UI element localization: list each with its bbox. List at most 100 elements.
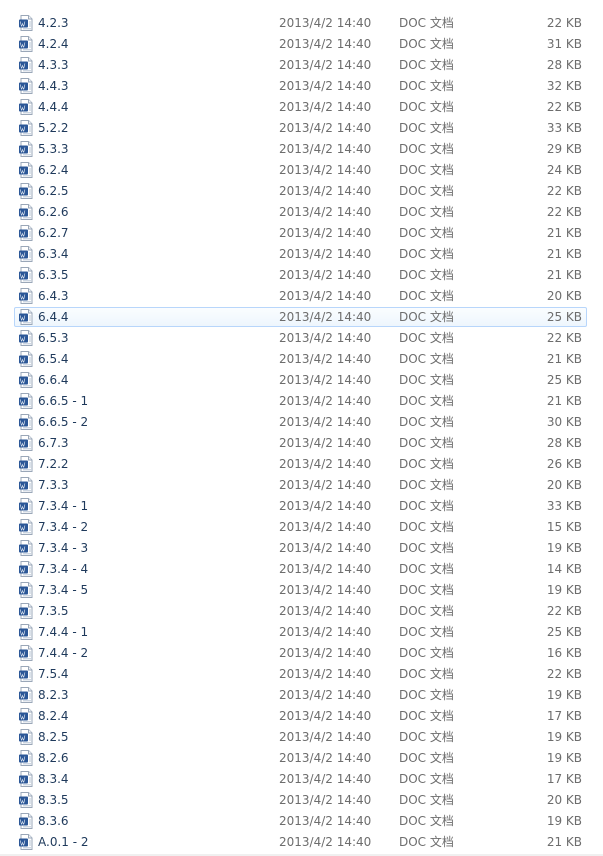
file-size: 32 KB <box>546 79 582 93</box>
file-row[interactable]: 8.2.5 2013/4/2 14:40 DOC 文档 19 KB <box>14 727 587 747</box>
file-row[interactable]: 7.3.4 - 2 2013/4/2 14:40 DOC 文档 15 KB <box>14 517 587 537</box>
file-row[interactable]: 7.3.4 - 4 2013/4/2 14:40 DOC 文档 14 KB <box>14 559 587 579</box>
file-row[interactable]: 6.4.4 2013/4/2 14:40 DOC 文档 25 KB <box>14 307 587 327</box>
file-row[interactable]: 7.4.4 - 1 2013/4/2 14:40 DOC 文档 25 KB <box>14 622 587 642</box>
file-row[interactable]: 7.3.3 2013/4/2 14:40 DOC 文档 20 KB <box>14 475 587 495</box>
file-row[interactable]: 7.4.4 - 2 2013/4/2 14:40 DOC 文档 16 KB <box>14 643 587 663</box>
file-row[interactable]: 6.2.6 2013/4/2 14:40 DOC 文档 22 KB <box>14 202 587 222</box>
word-document-icon <box>18 834 34 850</box>
file-name: 4.4.4 <box>38 100 69 114</box>
file-modified-date: 2013/4/2 14:40 <box>279 730 372 744</box>
file-list[interactable]: 4.2.3 2013/4/2 14:40 DOC 文档 22 KB 4.2.4 2013/… <box>0 0 603 856</box>
file-type: DOC 文档 <box>399 268 454 282</box>
file-row[interactable]: 7.2.2 2013/4/2 14:40 DOC 文档 26 KB <box>14 454 587 474</box>
file-row[interactable]: 6.6.4 2013/4/2 14:40 DOC 文档 25 KB <box>14 370 587 390</box>
file-type: DOC 文档 <box>399 352 454 366</box>
file-name: 7.3.4 - 3 <box>38 541 89 555</box>
word-document-icon <box>18 687 34 703</box>
file-size: 22 KB <box>546 667 582 681</box>
file-type: DOC 文档 <box>399 520 454 534</box>
file-row[interactable]: 7.5.4 2013/4/2 14:40 DOC 文档 22 KB <box>14 664 587 684</box>
file-row[interactable]: 4.4.3 2013/4/2 14:40 DOC 文档 32 KB <box>14 76 587 96</box>
file-type: DOC 文档 <box>399 562 454 576</box>
file-row[interactable]: 6.2.7 2013/4/2 14:40 DOC 文档 21 KB <box>14 223 587 243</box>
word-document-icon <box>18 750 34 766</box>
file-row[interactable]: 8.3.6 2013/4/2 14:40 DOC 文档 19 KB <box>14 811 587 831</box>
file-row[interactable]: 6.2.4 2013/4/2 14:40 DOC 文档 24 KB <box>14 160 587 180</box>
file-row[interactable]: 7.3.5 2013/4/2 14:40 DOC 文档 22 KB <box>14 601 587 621</box>
word-document-icon <box>18 309 34 325</box>
file-type: DOC 文档 <box>399 772 454 786</box>
file-name: 6.3.5 <box>38 268 69 282</box>
file-size: 22 KB <box>546 100 582 114</box>
file-modified-date: 2013/4/2 14:40 <box>279 205 372 219</box>
file-row[interactable]: 6.6.5 - 1 2013/4/2 14:40 DOC 文档 21 KB <box>14 391 587 411</box>
file-row[interactable]: 4.4.4 2013/4/2 14:40 DOC 文档 22 KB <box>14 97 587 117</box>
file-modified-date: 2013/4/2 14:40 <box>279 583 372 597</box>
file-modified-date: 2013/4/2 14:40 <box>279 100 372 114</box>
file-name: 6.2.6 <box>38 205 69 219</box>
file-modified-date: 2013/4/2 14:40 <box>279 184 372 198</box>
file-size: 17 KB <box>546 772 582 786</box>
file-type: DOC 文档 <box>399 667 454 681</box>
file-row[interactable]: 8.2.4 2013/4/2 14:40 DOC 文档 17 KB <box>14 706 587 726</box>
file-row[interactable]: 8.2.6 2013/4/2 14:40 DOC 文档 19 KB <box>14 748 587 768</box>
file-modified-date: 2013/4/2 14:40 <box>279 499 372 513</box>
file-name: 4.3.3 <box>38 58 69 72</box>
file-row[interactable]: 6.7.3 2013/4/2 14:40 DOC 文档 28 KB <box>14 433 587 453</box>
file-size: 22 KB <box>546 205 582 219</box>
file-modified-date: 2013/4/2 14:40 <box>279 625 372 639</box>
file-row[interactable]: 6.6.5 - 2 2013/4/2 14:40 DOC 文档 30 KB <box>14 412 587 432</box>
file-modified-date: 2013/4/2 14:40 <box>279 352 372 366</box>
file-size: 29 KB <box>546 142 582 156</box>
file-modified-date: 2013/4/2 14:40 <box>279 709 372 723</box>
word-document-icon <box>18 435 34 451</box>
file-type: DOC 文档 <box>399 478 454 492</box>
file-modified-date: 2013/4/2 14:40 <box>279 604 372 618</box>
file-row[interactable]: 6.3.5 2013/4/2 14:40 DOC 文档 21 KB <box>14 265 587 285</box>
file-name: 8.2.6 <box>38 751 69 765</box>
file-row[interactable]: 5.3.3 2013/4/2 14:40 DOC 文档 29 KB <box>14 139 587 159</box>
file-row[interactable]: 8.2.3 2013/4/2 14:40 DOC 文档 19 KB <box>14 685 587 705</box>
file-row[interactable]: 5.2.2 2013/4/2 14:40 DOC 文档 33 KB <box>14 118 587 138</box>
word-document-icon <box>18 225 34 241</box>
file-row[interactable]: 7.3.4 - 5 2013/4/2 14:40 DOC 文档 19 KB <box>14 580 587 600</box>
file-row[interactable]: A.0.1 - 2 2013/4/2 14:40 DOC 文档 21 KB <box>14 832 587 852</box>
file-name: 6.3.4 <box>38 247 69 261</box>
word-document-icon <box>18 477 34 493</box>
file-row[interactable]: 4.3.3 2013/4/2 14:40 DOC 文档 28 KB <box>14 55 587 75</box>
file-type: DOC 文档 <box>399 709 454 723</box>
file-size: 22 KB <box>546 331 582 345</box>
word-document-icon <box>18 393 34 409</box>
file-modified-date: 2013/4/2 14:40 <box>279 226 372 240</box>
word-document-icon <box>18 498 34 514</box>
file-row[interactable]: 6.4.3 2013/4/2 14:40 DOC 文档 20 KB <box>14 286 587 306</box>
file-type: DOC 文档 <box>399 394 454 408</box>
file-modified-date: 2013/4/2 14:40 <box>279 835 372 849</box>
file-row[interactable]: 8.3.5 2013/4/2 14:40 DOC 文档 20 KB <box>14 790 587 810</box>
file-type: DOC 文档 <box>399 688 454 702</box>
file-row[interactable]: 8.3.4 2013/4/2 14:40 DOC 文档 17 KB <box>14 769 587 789</box>
file-row[interactable]: 4.2.3 2013/4/2 14:40 DOC 文档 22 KB <box>14 13 587 33</box>
file-row[interactable]: 6.5.3 2013/4/2 14:40 DOC 文档 22 KB <box>14 328 587 348</box>
file-size: 22 KB <box>546 184 582 198</box>
file-size: 21 KB <box>546 352 582 366</box>
word-document-icon <box>18 771 34 787</box>
word-document-icon <box>18 582 34 598</box>
file-row[interactable]: 7.3.4 - 1 2013/4/2 14:40 DOC 文档 33 KB <box>14 496 587 516</box>
file-size: 21 KB <box>546 394 582 408</box>
file-row[interactable]: 4.2.4 2013/4/2 14:40 DOC 文档 31 KB <box>14 34 587 54</box>
file-name: 7.4.4 - 1 <box>38 625 89 639</box>
file-name: 6.7.3 <box>38 436 69 450</box>
file-modified-date: 2013/4/2 14:40 <box>279 667 372 681</box>
file-size: 21 KB <box>546 835 582 849</box>
file-row[interactable]: 6.3.4 2013/4/2 14:40 DOC 文档 21 KB <box>14 244 587 264</box>
file-modified-date: 2013/4/2 14:40 <box>279 268 372 282</box>
file-modified-date: 2013/4/2 14:40 <box>279 247 372 261</box>
file-row[interactable]: 6.5.4 2013/4/2 14:40 DOC 文档 21 KB <box>14 349 587 369</box>
file-name: 6.2.4 <box>38 163 69 177</box>
word-document-icon <box>18 708 34 724</box>
file-row[interactable]: 6.2.5 2013/4/2 14:40 DOC 文档 22 KB <box>14 181 587 201</box>
file-row[interactable]: 7.3.4 - 3 2013/4/2 14:40 DOC 文档 19 KB <box>14 538 587 558</box>
file-type: DOC 文档 <box>399 226 454 240</box>
